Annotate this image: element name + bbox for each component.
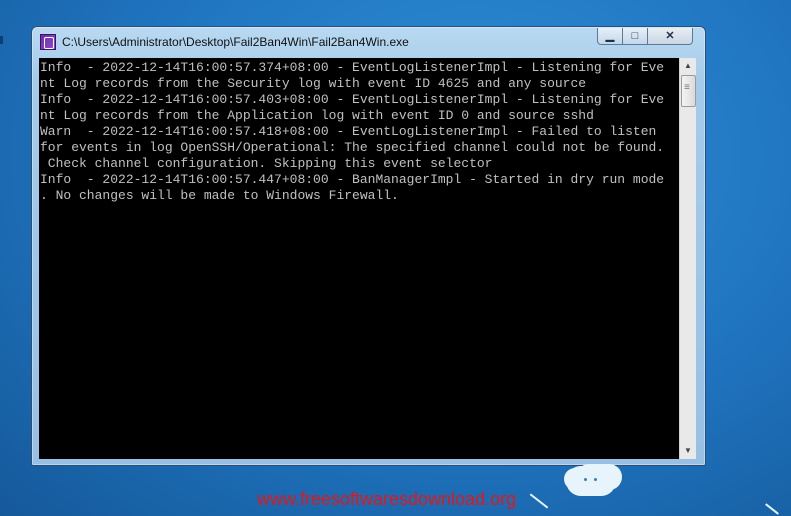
watermark-text: www.freesoftwaresdownload.org: [257, 489, 517, 509]
console-output[interactable]: Info - 2022-12-14T16:00:57.374+08:00 - E…: [39, 58, 679, 459]
minimize-button[interactable]: ▁: [597, 28, 623, 45]
cloud-mascot-icon: [566, 466, 616, 496]
title-bar[interactable]: C:\Users\Administrator\Desktop\Fail2Ban4…: [32, 27, 705, 55]
console-line: . No changes will be made to Windows Fir…: [40, 188, 399, 203]
console-line: Check channel configuration. Skipping th…: [40, 156, 493, 171]
console-line: nt Log records from the Application log …: [40, 108, 594, 123]
scroll-down-arrow-icon[interactable]: ▼: [680, 443, 696, 459]
console-line: Info - 2022-12-14T16:00:57.447+08:00 - B…: [40, 172, 665, 187]
scrollbar-thumb[interactable]: [681, 75, 696, 107]
app-icon[interactable]: [40, 34, 56, 50]
scroll-up-arrow-icon[interactable]: ▲: [680, 58, 696, 74]
console-window[interactable]: C:\Users\Administrator\Desktop\Fail2Ban4…: [31, 26, 706, 466]
console-log-text: Info - 2022-12-14T16:00:57.374+08:00 - E…: [39, 58, 679, 204]
mascot-eye: [584, 478, 587, 481]
console-line: Info - 2022-12-14T16:00:57.374+08:00 - E…: [40, 60, 665, 75]
mascot-eye: [594, 478, 597, 481]
vertical-scrollbar[interactable]: ▲ ▼: [679, 58, 696, 459]
wallpaper-streak: [529, 493, 549, 509]
console-line: for events in log OpenSSH/Operational: T…: [40, 140, 665, 155]
console-line: nt Log records from the Security log wit…: [40, 76, 587, 91]
maximize-button[interactable]: □: [622, 28, 648, 45]
desktop-edge: [0, 36, 3, 44]
close-button[interactable]: ✕: [647, 28, 693, 45]
console-line: Info - 2022-12-14T16:00:57.403+08:00 - E…: [40, 92, 665, 107]
wallpaper-streak: [765, 503, 779, 515]
window-title: C:\Users\Administrator\Desktop\Fail2Ban4…: [62, 35, 409, 49]
console-line: Warn - 2022-12-14T16:00:57.418+08:00 - E…: [40, 124, 657, 139]
